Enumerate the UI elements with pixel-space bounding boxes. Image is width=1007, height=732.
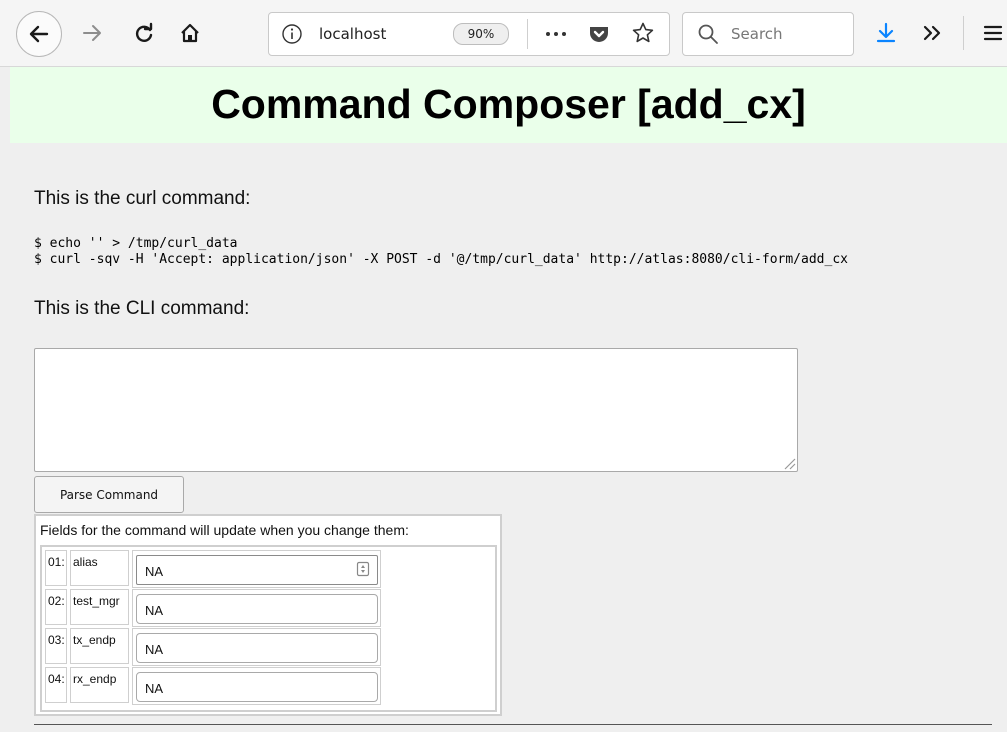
cli-command-label: This is the CLI command:: [34, 298, 250, 319]
fields-caption: Fields for the command will update when …: [40, 522, 409, 538]
zoom-level-badge[interactable]: 90%: [453, 23, 509, 45]
cli-command-textarea[interactable]: [34, 348, 798, 472]
field-value-cell: NA: [132, 667, 381, 705]
home-icon: [181, 23, 199, 43]
download-icon: [876, 22, 896, 43]
download-button[interactable]: [870, 17, 902, 49]
browser-toolbar: localhost 90% Search: [0, 0, 1007, 67]
autofill-icon[interactable]: [356, 561, 370, 577]
field-name: alias: [70, 550, 129, 586]
curl-command-label: This is the curl command:: [34, 188, 251, 209]
fields-grid: 01: alias NA 02: test_mgr NA 03: tx_endp…: [40, 545, 497, 712]
field-number: 01:: [45, 550, 67, 586]
field-value-cell: NA: [132, 628, 381, 666]
ellipsis-icon[interactable]: [543, 22, 569, 46]
field-number: 03:: [45, 628, 67, 664]
arrow-left-icon: [29, 25, 49, 43]
url-text[interactable]: localhost: [319, 25, 386, 43]
pocket-icon[interactable]: [587, 22, 611, 46]
search-bar[interactable]: Search: [682, 12, 854, 56]
info-icon[interactable]: [281, 23, 303, 45]
page-header: Command Composer [add_cx]: [10, 67, 1007, 143]
alias-input[interactable]: NA: [136, 555, 378, 585]
tx-endp-input[interactable]: NA: [136, 633, 378, 663]
curl-command-block: $ echo '' > /tmp/curl_data $ curl -sqv -…: [34, 236, 848, 268]
field-value-cell: NA: [132, 589, 381, 627]
forward-button[interactable]: [76, 17, 108, 49]
url-divider: [527, 19, 528, 49]
star-icon[interactable]: [631, 21, 655, 45]
rx-endp-input[interactable]: NA: [136, 672, 378, 702]
field-name: test_mgr: [70, 589, 129, 625]
arrow-right-icon: [83, 25, 101, 41]
field-number: 04:: [45, 667, 67, 703]
chevron-double-right-icon: [923, 25, 941, 41]
overflow-menu-button[interactable]: [916, 17, 948, 49]
fields-table: Fields for the command will update when …: [34, 514, 502, 716]
curl-line-1: $ echo '' > /tmp/curl_data: [34, 236, 238, 251]
home-button[interactable]: [174, 17, 206, 49]
field-number: 02:: [45, 589, 67, 625]
horizontal-rule: [34, 724, 992, 725]
url-bar[interactable]: localhost 90%: [268, 12, 670, 56]
field-name: rx_endp: [70, 667, 129, 703]
resize-grip-icon[interactable]: [782, 456, 796, 470]
search-icon: [698, 24, 718, 44]
field-value-cell: NA: [132, 550, 381, 588]
toolbar-divider: [963, 16, 964, 50]
back-button[interactable]: [16, 11, 62, 57]
curl-line-2: $ curl -sqv -H 'Accept: application/json…: [34, 252, 848, 267]
reload-button[interactable]: [128, 17, 160, 49]
reload-icon: [135, 22, 153, 42]
hamburger-icon: [983, 25, 1003, 41]
app-menu-button[interactable]: [978, 17, 1007, 49]
field-name: tx_endp: [70, 628, 129, 664]
search-placeholder[interactable]: Search: [731, 25, 783, 43]
test-mgr-input[interactable]: NA: [136, 594, 378, 624]
parse-command-button[interactable]: Parse Command: [34, 476, 184, 513]
page-title: Command Composer [add_cx]: [211, 81, 806, 127]
